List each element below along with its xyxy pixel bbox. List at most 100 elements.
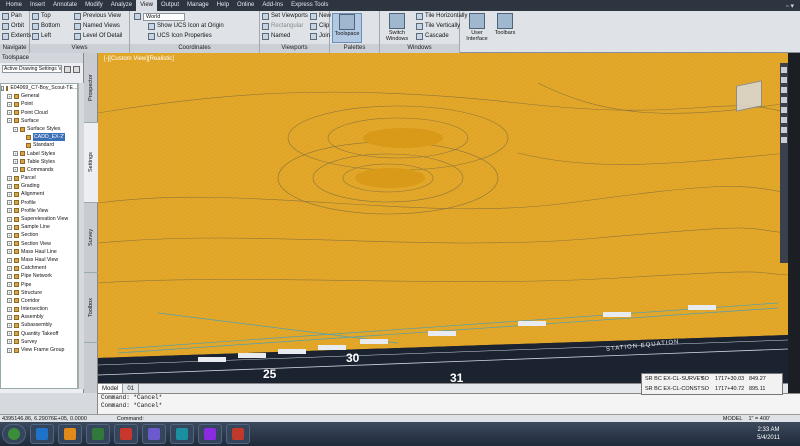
- taskbar-app[interactable]: [170, 424, 194, 444]
- expand-toggle-icon[interactable]: +: [7, 273, 12, 279]
- switch-windows-button[interactable]: Switch Windows: [382, 13, 412, 43]
- tab-settings[interactable]: Settings: [84, 123, 98, 203]
- view-top-button[interactable]: Top: [32, 12, 51, 21]
- expand-toggle-icon[interactable]: +: [7, 298, 12, 304]
- showmotion-icon[interactable]: [781, 107, 787, 113]
- tree-item[interactable]: + Section View: [1, 240, 77, 248]
- start-button[interactable]: [2, 424, 26, 444]
- tab-manage[interactable]: Manage: [183, 0, 213, 11]
- tree-item[interactable]: + Subassembly: [1, 321, 77, 329]
- toolbars-button[interactable]: Toolbars: [490, 13, 520, 43]
- tile-vertically-button[interactable]: Tile Vertically: [416, 22, 460, 31]
- viewport-label[interactable]: [-][Custom View][Realistic]: [104, 56, 174, 62]
- toolspace-button[interactable]: Toolspace: [332, 13, 362, 43]
- tree-item[interactable]: + Mass Haul View: [1, 256, 77, 264]
- expand-toggle-icon[interactable]: +: [7, 290, 12, 296]
- expand-toggle-icon[interactable]: +: [7, 183, 12, 189]
- cascade-button[interactable]: Cascade: [416, 32, 449, 41]
- pan-icon[interactable]: [781, 77, 787, 83]
- settings-icon[interactable]: [64, 65, 71, 73]
- expand-toggle-icon[interactable]: +: [13, 126, 18, 132]
- expand-toggle-icon[interactable]: +: [7, 265, 12, 271]
- expand-toggle-icon[interactable]: +: [7, 192, 12, 198]
- tree-item[interactable]: + Mass Haul Line: [1, 248, 77, 256]
- expand-toggle-icon[interactable]: +: [7, 241, 12, 247]
- expand-toggle-icon[interactable]: +: [13, 159, 18, 165]
- tab-view[interactable]: View: [136, 0, 157, 11]
- expand-toggle-icon[interactable]: +: [7, 347, 12, 353]
- named-viewports-button[interactable]: Named: [262, 32, 290, 41]
- expand-toggle-icon[interactable]: +: [7, 200, 12, 206]
- new-viewport-button[interactable]: New: [310, 12, 331, 21]
- tab-output[interactable]: Output: [157, 0, 183, 11]
- tree-item[interactable]: + Survey: [1, 338, 77, 346]
- ucs-world-select[interactable]: World: [134, 12, 185, 21]
- expand-toggle-icon[interactable]: +: [7, 208, 12, 214]
- expand-toggle-icon[interactable]: +: [7, 339, 12, 345]
- taskbar-app[interactable]: [114, 424, 138, 444]
- user-interface-button[interactable]: User Interface: [462, 13, 492, 43]
- previous-view-button[interactable]: Previous View: [74, 12, 121, 21]
- tree-item[interactable]: + Superelevation View: [1, 215, 77, 223]
- tree-item[interactable]: + View Frame Group: [1, 346, 77, 354]
- tab-add-ins[interactable]: Add-Ins: [258, 0, 287, 11]
- tab-layout-01[interactable]: 01: [123, 383, 140, 394]
- view-bottom-button[interactable]: Bottom: [32, 22, 60, 31]
- join-button[interactable]: Join: [310, 32, 330, 41]
- tree-item[interactable]: + Pipe: [1, 281, 77, 289]
- full-navigation-wheel-icon[interactable]: [781, 67, 787, 73]
- tree-item[interactable]: + Intersection: [1, 305, 77, 313]
- tab-insert[interactable]: Insert: [26, 0, 49, 11]
- taskbar-app[interactable]: [142, 424, 166, 444]
- tree-item[interactable]: CADD_EX-2': [1, 133, 77, 142]
- properties-icon[interactable]: [781, 127, 787, 133]
- tree-item[interactable]: + Section: [1, 231, 77, 239]
- tree-item[interactable]: + Surface Styles: [1, 125, 77, 133]
- expand-toggle-icon[interactable]: +: [7, 110, 12, 116]
- drawing-viewport[interactable]: [-][Custom View][Realistic] 25 30 31 STA…: [98, 53, 788, 383]
- expand-toggle-icon[interactable]: +: [7, 282, 12, 288]
- system-clock[interactable]: 2:33 AM 5/4/2011: [757, 426, 800, 442]
- level-of-detail-button[interactable]: Level Of Detail: [74, 32, 122, 41]
- view-left-button[interactable]: Left: [32, 32, 51, 41]
- ucs-icon-properties-button[interactable]: UCS Icon Properties: [148, 32, 212, 41]
- expand-toggle-icon[interactable]: +: [13, 151, 18, 157]
- tool-icon[interactable]: [781, 137, 787, 143]
- tab-prospector[interactable]: Prospector: [84, 53, 98, 123]
- tab-help[interactable]: Help: [213, 0, 233, 11]
- expand-toggle-icon[interactable]: +: [7, 323, 12, 329]
- tree-item[interactable]: + Table Styles: [1, 158, 77, 166]
- tab-online[interactable]: Online: [233, 0, 258, 11]
- expand-toggle-icon[interactable]: +: [7, 306, 12, 312]
- extents-button[interactable]: Extents: [2, 32, 31, 41]
- viewcube[interactable]: [736, 80, 762, 112]
- zoom-icon[interactable]: [781, 87, 787, 93]
- tree-item[interactable]: + Profile: [1, 199, 77, 207]
- tree-item[interactable]: Standard: [1, 141, 77, 149]
- expand-toggle-icon[interactable]: +: [7, 101, 12, 107]
- tab-survey[interactable]: Survey: [84, 203, 98, 273]
- tree-item[interactable]: + Quantity Takeoff: [1, 330, 77, 338]
- named-views-button[interactable]: Named Views: [74, 22, 120, 31]
- tab-home[interactable]: Home: [2, 0, 26, 11]
- tab-annotate[interactable]: Annotate: [49, 0, 81, 11]
- tree-item[interactable]: + Commands: [1, 166, 77, 174]
- expand-toggle-icon[interactable]: +: [13, 167, 18, 173]
- layer-icon[interactable]: [781, 117, 787, 123]
- expand-toggle-icon[interactable]: +: [7, 175, 12, 181]
- expand-toggle-icon[interactable]: +: [7, 314, 12, 320]
- tree-item[interactable]: + Label Styles: [1, 150, 77, 158]
- tab-model[interactable]: Model: [98, 383, 124, 394]
- orbit-button[interactable]: Orbit: [2, 22, 24, 31]
- tree-item[interactable]: + Parcel: [1, 174, 77, 182]
- tree-root-drawing[interactable]: - E04069_C7-Boy_Scout-TE...: [1, 84, 77, 92]
- tree-item[interactable]: + Catchment: [1, 264, 77, 272]
- tree-item[interactable]: + Point: [1, 100, 77, 108]
- taskbar-app[interactable]: [86, 424, 110, 444]
- expand-toggle-icon[interactable]: +: [7, 249, 12, 255]
- taskbar-app[interactable]: [198, 424, 222, 444]
- expand-toggle-icon[interactable]: +: [7, 216, 12, 222]
- expand-toggle-icon[interactable]: +: [7, 331, 12, 337]
- tree-item[interactable]: + Sample Line: [1, 223, 77, 231]
- taskbar-explorer[interactable]: [58, 424, 82, 444]
